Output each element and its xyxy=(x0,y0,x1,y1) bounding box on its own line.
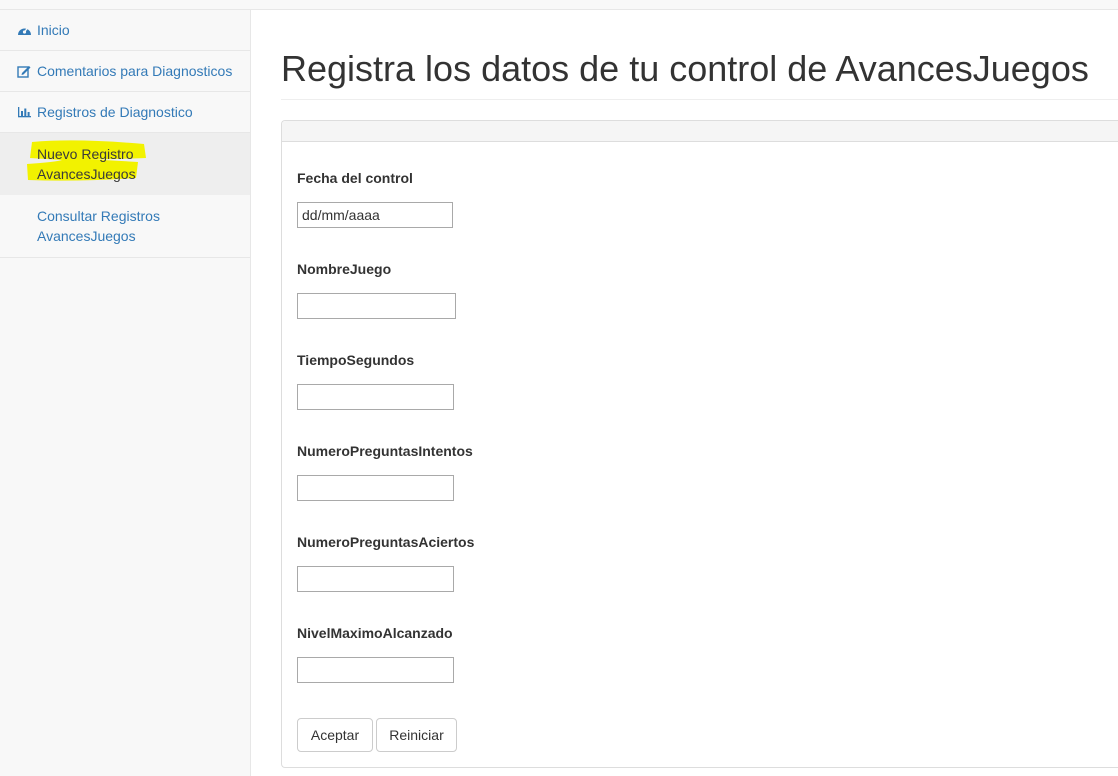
field-label-intentos: NumeroPreguntasIntentos xyxy=(297,443,473,459)
panel-heading xyxy=(282,121,1118,142)
input-intentos[interactable] xyxy=(297,475,454,501)
sidebar-item-label: Comentarios para Diagnosticos xyxy=(37,63,233,79)
subitem-line2: AvancesJuegos xyxy=(37,166,136,182)
input-aciertos[interactable] xyxy=(297,566,454,592)
field-label-tiemposegundos: TiempoSegundos xyxy=(297,352,415,368)
sidebar-item-inicio[interactable]: Inicio xyxy=(0,10,250,51)
input-nombrejuego[interactable] xyxy=(297,293,456,319)
title-divider xyxy=(281,99,1118,100)
sidebar-item-comentarios[interactable]: Comentarios para Diagnosticos xyxy=(0,51,250,92)
submit-button[interactable]: Aceptar xyxy=(297,718,373,752)
sidebar-item-label: Inicio xyxy=(37,22,70,38)
main-content: Registra los datos de tu control de Avan… xyxy=(251,10,1118,776)
reset-button[interactable]: Reiniciar xyxy=(376,718,457,752)
sidebar: Inicio Comentarios para Diagnosticos Reg… xyxy=(0,10,251,776)
form-panel: Fecha del control NombreJuego TiempoSegu… xyxy=(281,120,1118,768)
date-input-fecha[interactable] xyxy=(297,202,453,228)
input-tiemposegundos[interactable] xyxy=(297,384,454,410)
sidebar-subitem-consultar-registros[interactable]: Consultar Registros AvancesJuegos xyxy=(0,195,250,257)
bar-chart-icon xyxy=(17,105,33,119)
dashboard-icon xyxy=(17,23,33,37)
sidebar-submenu: Nuevo Registro AvancesJuegos Consultar R… xyxy=(0,133,250,258)
field-label-nivelmaximo: NivelMaximoAlcanzado xyxy=(297,625,453,641)
page-title: Registra los datos de tu control de Avan… xyxy=(281,48,1089,89)
field-label-aciertos: NumeroPreguntasAciertos xyxy=(297,534,475,550)
sidebar-item-registros[interactable]: Registros de Diagnostico xyxy=(0,92,250,133)
field-label-nombrejuego: NombreJuego xyxy=(297,261,392,277)
input-nivelmaximo[interactable] xyxy=(297,657,454,683)
subitem-line2: AvancesJuegos xyxy=(37,228,136,244)
subitem-line1: Consultar Registros xyxy=(37,208,160,224)
field-label-fecha: Fecha del control xyxy=(297,170,413,186)
sidebar-subitem-nuevo-registro[interactable]: Nuevo Registro AvancesJuegos xyxy=(0,133,250,195)
sidebar-item-label: Registros de Diagnostico xyxy=(37,104,193,120)
subitem-line1: Nuevo Registro xyxy=(37,146,134,162)
edit-icon xyxy=(17,64,33,78)
top-navbar xyxy=(0,0,1118,10)
